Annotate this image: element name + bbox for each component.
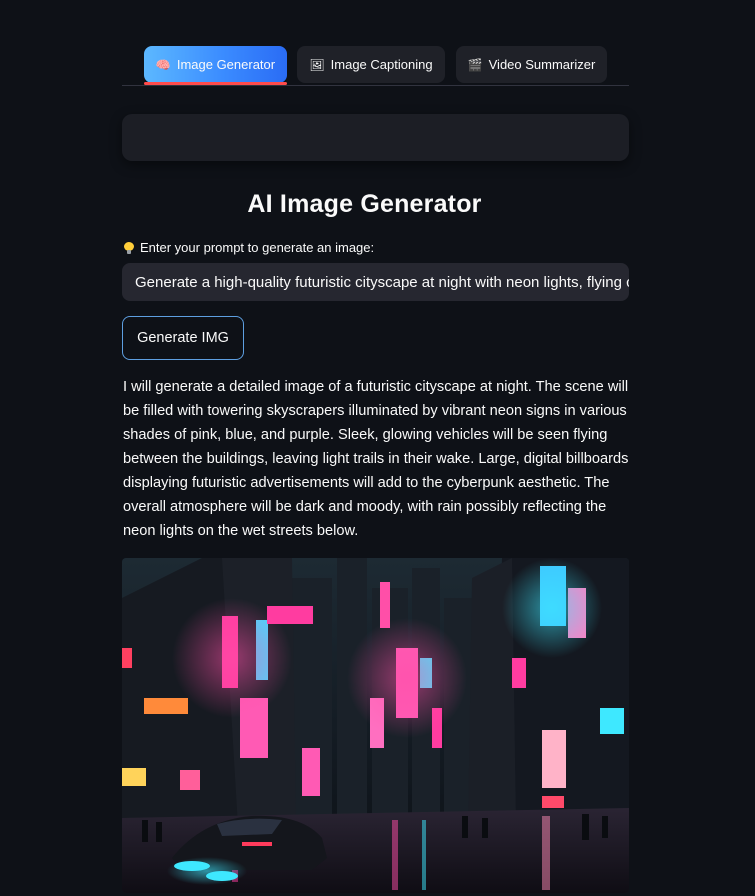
- picture-icon: 🖼: [309, 57, 325, 72]
- generated-description: I will generate a detailed image of a fu…: [123, 379, 629, 539]
- active-tab-indicator: [144, 82, 287, 85]
- tab-label: Video Summarizer: [488, 57, 596, 72]
- tab-video-summarizer[interactable]: 🎬 Video Summarizer: [456, 46, 607, 83]
- header-banner: [122, 114, 629, 161]
- clapper-icon: 🎬: [467, 57, 483, 72]
- tab-image-captioning[interactable]: 🖼 Image Captioning: [297, 46, 445, 83]
- page-title: AI Image Generator: [247, 190, 482, 218]
- tab-bar: 🧠 Image Generator 🖼 Image Captioning 🎬 V…: [122, 45, 629, 86]
- prompt-label: Enter your prompt to generate an image:: [140, 240, 375, 255]
- tab-image-generator[interactable]: 🧠 Image Generator: [144, 46, 287, 83]
- generated-image: [122, 558, 629, 893]
- generate-button[interactable]: Generate IMG: [122, 316, 244, 360]
- prompt-label-row: Enter your prompt to generate an image:: [124, 240, 374, 255]
- lightbulb-icon: [124, 241, 134, 254]
- prompt-input[interactable]: [122, 263, 629, 301]
- tab-label: Image Generator: [176, 57, 276, 72]
- brain-icon: 🧠: [155, 57, 171, 72]
- tab-label: Image Captioning: [330, 57, 433, 72]
